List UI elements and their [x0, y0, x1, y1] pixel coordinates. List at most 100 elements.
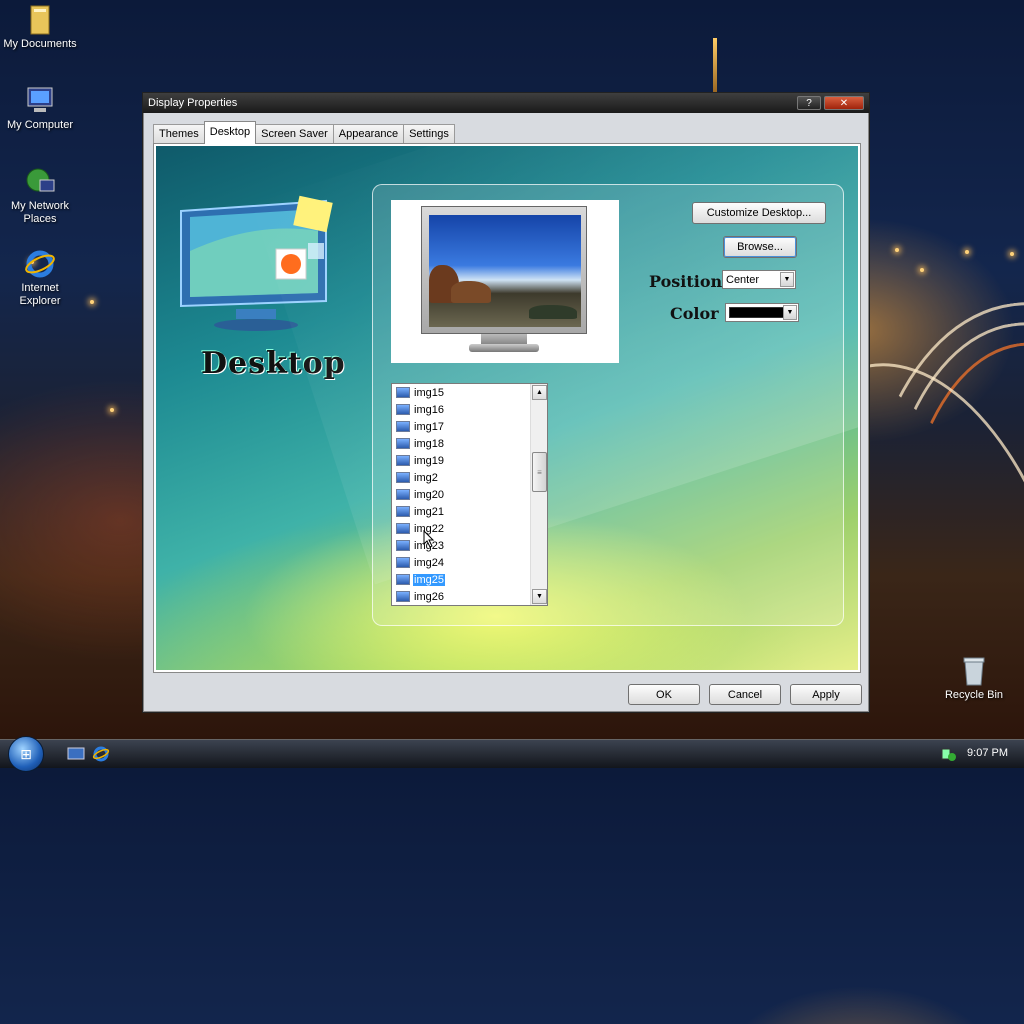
list-item[interactable]: img24: [392, 554, 547, 571]
list-item-label: img17: [414, 420, 444, 433]
internet-explorer-quicklaunch-icon[interactable]: [92, 746, 110, 762]
list-item-label: img2: [414, 471, 438, 484]
list-item[interactable]: img17: [392, 418, 547, 435]
preview-rock: [529, 305, 577, 319]
image-file-icon: [396, 387, 410, 398]
city-light: [895, 248, 899, 252]
list-item[interactable]: img15: [392, 384, 547, 401]
city-light: [920, 268, 924, 272]
tab-desktop[interactable]: Desktop: [203, 121, 257, 144]
help-button[interactable]: ?: [797, 96, 821, 110]
preview-monitor-base: [469, 344, 539, 352]
window-title: Display Properties: [148, 97, 238, 109]
tab-appearance[interactable]: Appearance: [332, 124, 405, 144]
list-item-label: img18: [414, 437, 444, 450]
image-file-icon: [396, 591, 410, 602]
windows-logo-icon: ⊞: [20, 745, 32, 762]
network-tray-icon[interactable]: [940, 746, 958, 762]
list-item[interactable]: img16: [392, 401, 547, 418]
list-item[interactable]: img26: [392, 588, 547, 605]
desktop-icon-my-network-places[interactable]: My Network Places: [0, 166, 80, 226]
desktop-banner-text: Desktop: [201, 346, 346, 381]
image-file-icon: [396, 557, 410, 568]
image-file-icon: [396, 438, 410, 449]
city-light: [90, 300, 94, 304]
image-file-icon: [396, 455, 410, 466]
computer-icon: [24, 85, 56, 117]
tab-screen-saver[interactable]: Screen Saver: [255, 124, 334, 144]
chevron-down-icon[interactable]: ▼: [780, 272, 794, 287]
list-item[interactable]: img19: [392, 452, 547, 469]
desktop-icon-internet-explorer[interactable]: Internet Explorer: [0, 248, 80, 308]
clock[interactable]: 9:07 PM: [967, 747, 1008, 759]
position-value: Center: [726, 273, 760, 286]
list-item[interactable]: img25: [392, 571, 547, 588]
list-item[interactable]: img20: [392, 486, 547, 503]
desktop-icon-recycle-bin[interactable]: Recycle Bin: [934, 655, 1014, 702]
city-light: [1010, 252, 1014, 256]
list-item[interactable]: img22: [392, 520, 547, 537]
list-item-label: img19: [414, 454, 444, 467]
position-label: Position :: [649, 272, 734, 291]
city-light: [965, 250, 969, 254]
folder-icon: [24, 4, 56, 36]
list-item-label: img21: [414, 505, 444, 518]
list-item-label: img15: [414, 386, 444, 399]
list-item[interactable]: img18: [392, 435, 547, 452]
background-list: img15 img16 img17 img18 img19 img2 img20 img21 i…: [392, 384, 547, 605]
preview-monitor: [421, 206, 587, 334]
ok-button[interactable]: OK: [628, 684, 700, 705]
customize-desktop-button[interactable]: Customize Desktop...: [692, 202, 826, 224]
start-button[interactable]: ⊞: [8, 736, 44, 772]
show-desktop-icon[interactable]: [67, 746, 85, 762]
tab-strip: Themes Desktop Screen Saver Appearance S…: [153, 121, 455, 144]
image-file-icon: [396, 506, 410, 517]
close-button[interactable]: ✕: [824, 96, 864, 110]
image-file-icon: [396, 489, 410, 500]
image-file-icon: [396, 540, 410, 551]
list-item-label: img26: [414, 590, 444, 603]
tower-decoration: [713, 38, 717, 93]
list-item[interactable]: img23: [392, 537, 547, 554]
display-properties-window: Display Properties ? ✕ Themes Desktop Sc…: [142, 92, 870, 713]
desktop-tab-panel: Desktop Customize Desktop... Browse... P…: [153, 143, 861, 673]
image-file-icon: [396, 421, 410, 432]
vertical-scrollbar[interactable]: ▲ ≡ ▼: [530, 384, 547, 605]
list-item[interactable]: img2: [392, 469, 547, 486]
list-item-label: img20: [414, 488, 444, 501]
city-light: [110, 408, 114, 412]
taskbar: ⊞ 9:07 PM: [0, 736, 1024, 772]
tab-themes[interactable]: Themes: [153, 124, 205, 144]
scroll-down-button[interactable]: ▼: [532, 589, 547, 604]
list-item-label: img25: [413, 573, 445, 586]
image-file-icon: [396, 472, 410, 483]
recycle-bin-icon: [958, 655, 990, 687]
color-swatch: [729, 307, 784, 318]
desktop-icon-my-computer[interactable]: My Computer: [0, 85, 80, 132]
wallpaper-preview: [391, 200, 619, 363]
tab-settings[interactable]: Settings: [403, 124, 455, 144]
color-picker[interactable]: ▼: [725, 303, 799, 322]
title-bar[interactable]: Display Properties ? ✕: [143, 93, 869, 113]
preview-rock: [451, 281, 491, 303]
position-select[interactable]: Center ▼: [722, 270, 796, 289]
browse-button[interactable]: Browse...: [723, 236, 797, 258]
desktop-monitor-icon: [176, 191, 341, 336]
apply-button[interactable]: Apply: [790, 684, 862, 705]
cancel-button[interactable]: Cancel: [709, 684, 781, 705]
preview-screen: [429, 215, 581, 327]
color-label: Color :: [670, 304, 731, 323]
chevron-down-icon[interactable]: ▼: [783, 305, 797, 320]
background-listbox[interactable]: img15 img16 img17 img18 img19 img2 img20 img21 i…: [391, 383, 548, 606]
network-icon: [24, 166, 56, 198]
image-file-icon: [396, 574, 410, 585]
scroll-thumb[interactable]: ≡: [532, 452, 547, 492]
preview-monitor-stand: [481, 334, 527, 344]
list-item[interactable]: img21: [392, 503, 547, 520]
internet-explorer-icon: [24, 248, 56, 280]
image-file-icon: [396, 404, 410, 415]
list-item-label: img24: [414, 556, 444, 569]
desktop-icon-my-documents[interactable]: My Documents: [0, 4, 80, 51]
scroll-up-button[interactable]: ▲: [532, 385, 547, 400]
mouse-cursor-icon: [423, 530, 435, 548]
